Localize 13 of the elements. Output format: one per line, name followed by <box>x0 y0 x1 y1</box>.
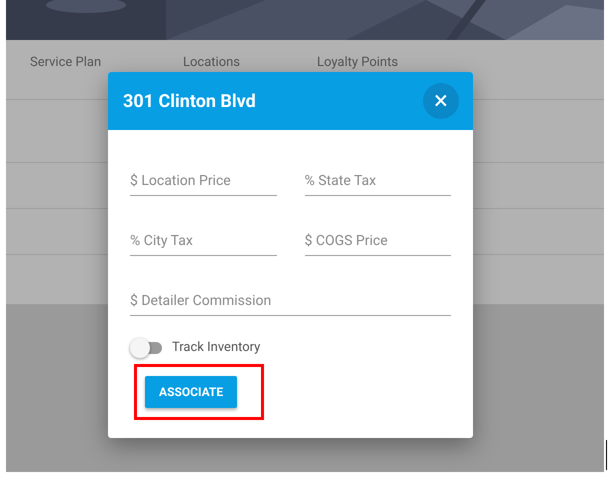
input-field[interactable]: % State Tax <box>304 166 451 196</box>
toggle-label: Track Inventory <box>172 339 260 358</box>
column-header: Loyalty Points <box>317 54 398 72</box>
input-field[interactable]: $ Location Price <box>130 166 276 196</box>
toggle-switch[interactable] <box>130 338 164 358</box>
column-header: Service Plan <box>30 54 102 72</box>
close-button[interactable]: × <box>423 83 459 119</box>
input-field[interactable]: % City Tax <box>130 226 276 256</box>
associate-button[interactable]: ASSOCIATE <box>145 376 238 408</box>
dialog-title: 301 Clinton Blvd <box>123 90 256 114</box>
column-header: Locations <box>183 54 242 72</box>
input-field[interactable]: $ Detailer Commission <box>130 286 451 316</box>
input-field[interactable]: $ COGS Price <box>304 226 451 256</box>
